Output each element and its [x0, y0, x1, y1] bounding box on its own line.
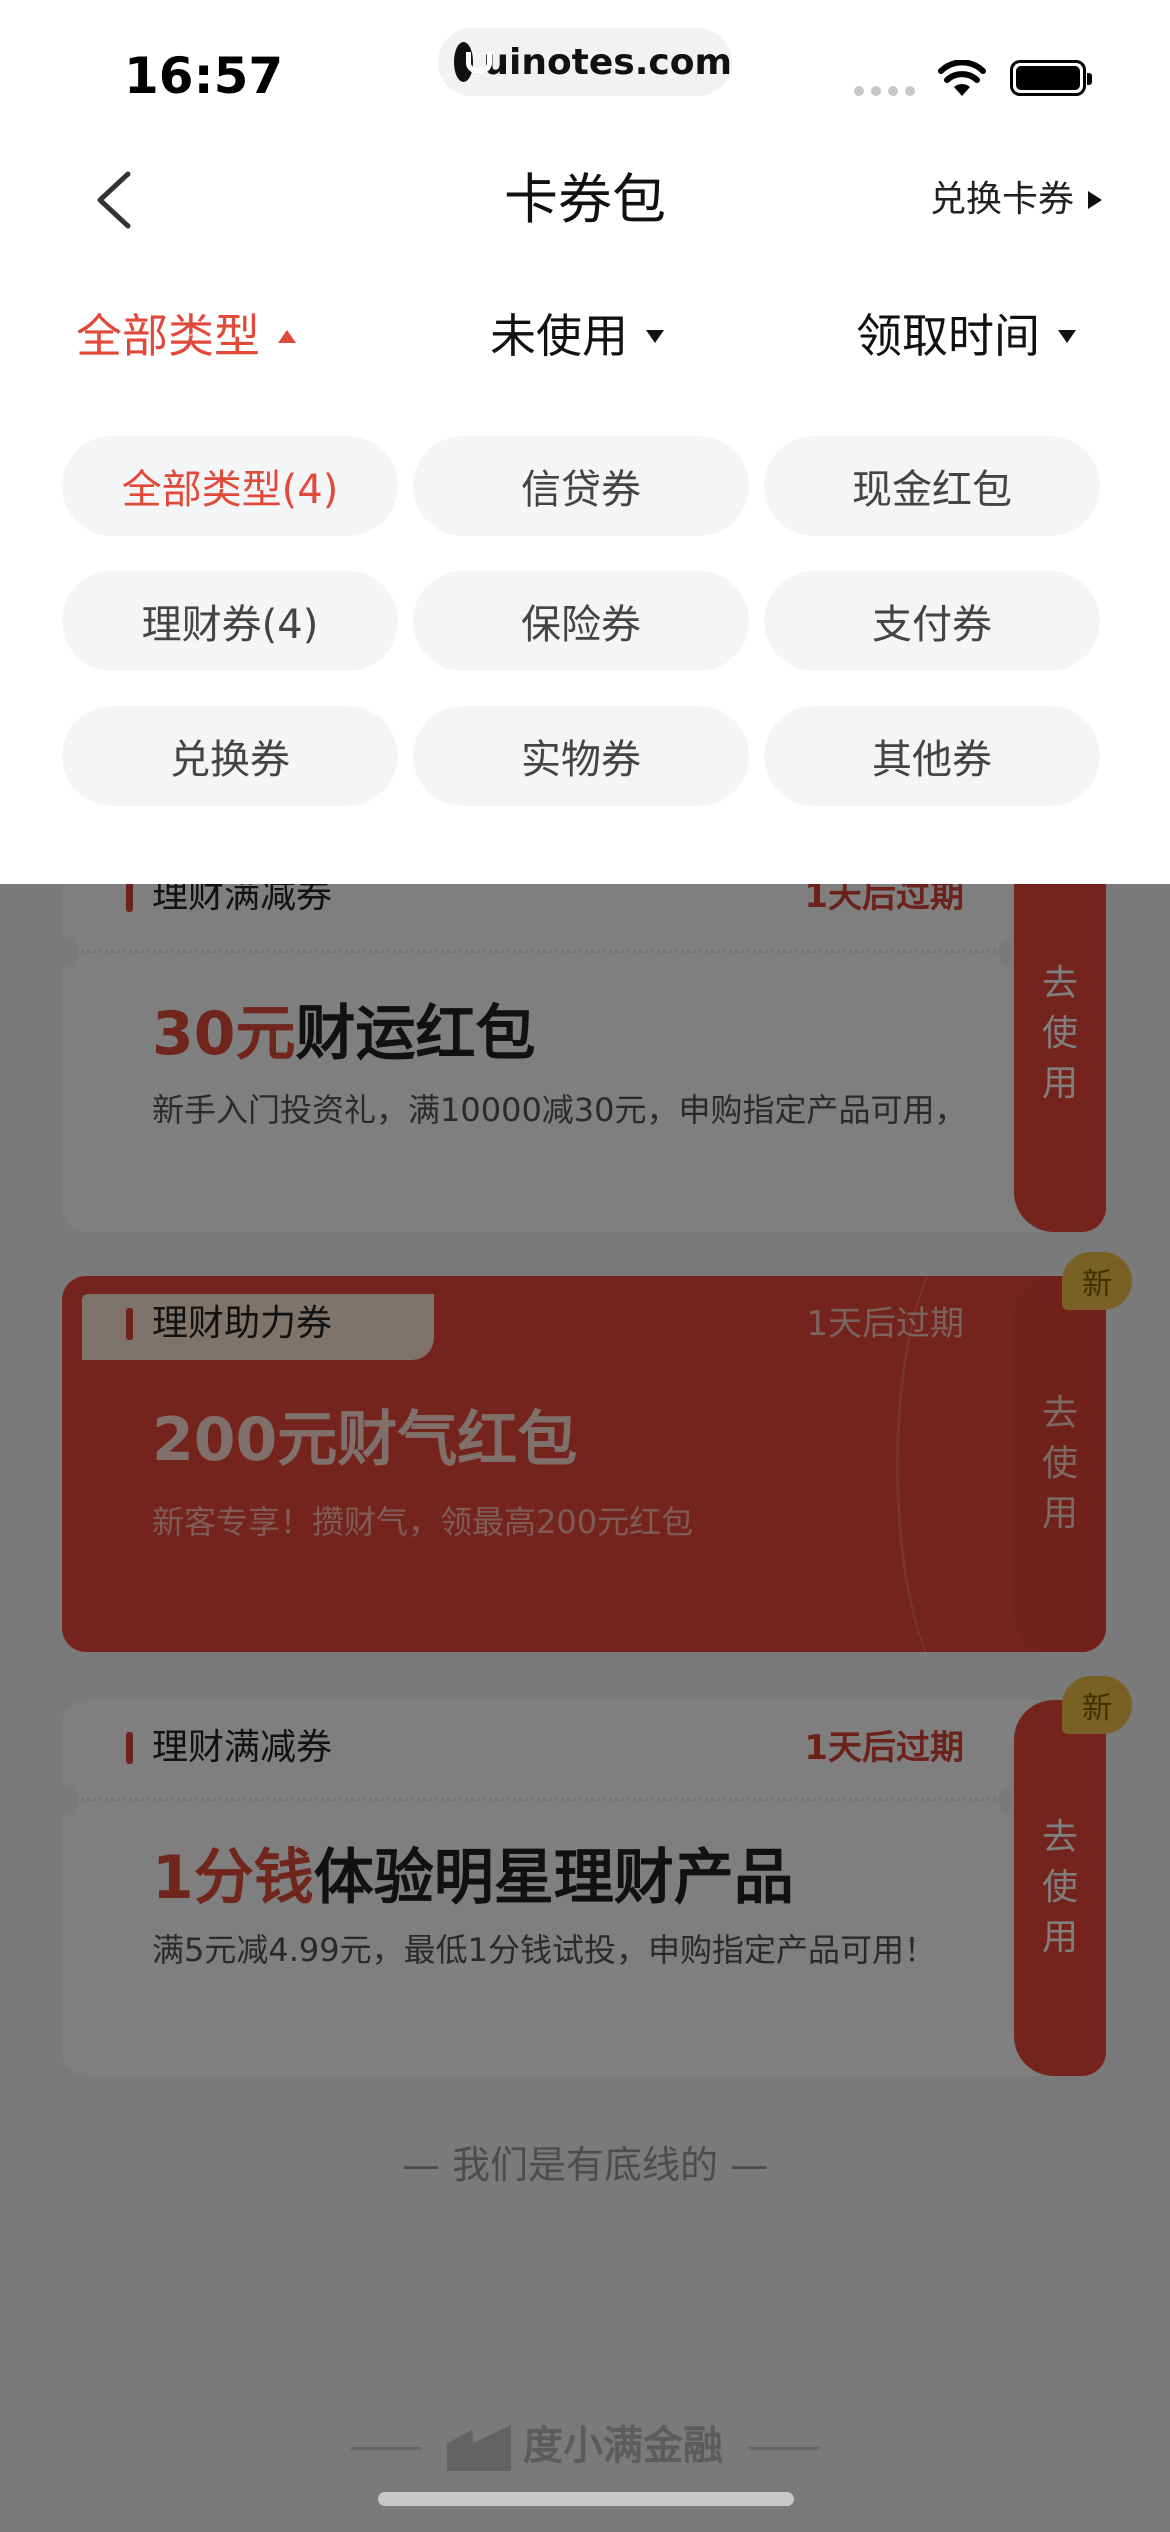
chip-other[interactable]: 其他券: [764, 706, 1100, 806]
filter-type-label: 全部类型: [76, 309, 260, 363]
battery-icon: [1010, 60, 1092, 96]
chip-wealth[interactable]: 理财券(4): [62, 571, 398, 671]
home-indicator: [378, 2492, 794, 2506]
url-pill[interactable]: uinotes.com: [438, 28, 732, 96]
dim-overlay[interactable]: [0, 884, 1170, 2532]
caret-down-icon: [1058, 329, 1076, 343]
filter-sort-label: 领取时间: [856, 309, 1040, 363]
redeem-coupon-link[interactable]: 兑换卡券: [930, 172, 1102, 228]
chip-physical[interactable]: 实物券: [413, 706, 749, 806]
chip-payment[interactable]: 支付券: [764, 571, 1100, 671]
site-icon: [454, 42, 493, 82]
status-time: 16:57: [124, 47, 284, 105]
cellular-signal-icon: [854, 86, 915, 96]
chip-exchange[interactable]: 兑换券: [62, 706, 398, 806]
chip-credit[interactable]: 信贷券: [413, 436, 749, 536]
filter-panel: 16:57 uinotes.com 卡券包 兑换卡券 全部类型 未使用 领取时间…: [0, 0, 1170, 884]
filter-status[interactable]: 未使用: [490, 304, 664, 368]
filter-status-label: 未使用: [490, 309, 628, 363]
caret-down-icon: [646, 329, 664, 343]
filter-type[interactable]: 全部类型: [76, 304, 296, 368]
filter-sort[interactable]: 领取时间: [856, 304, 1076, 368]
chip-cash-red-packet[interactable]: 现金红包: [764, 436, 1100, 536]
wifi-icon: [938, 60, 986, 96]
triangle-right-icon: [1088, 191, 1102, 209]
chip-insurance[interactable]: 保险券: [413, 571, 749, 671]
caret-up-icon: [278, 329, 296, 343]
redeem-label: 兑换卡券: [929, 179, 1074, 220]
chip-all-types[interactable]: 全部类型(4): [62, 436, 398, 536]
url-text: uinotes.com: [483, 41, 732, 83]
